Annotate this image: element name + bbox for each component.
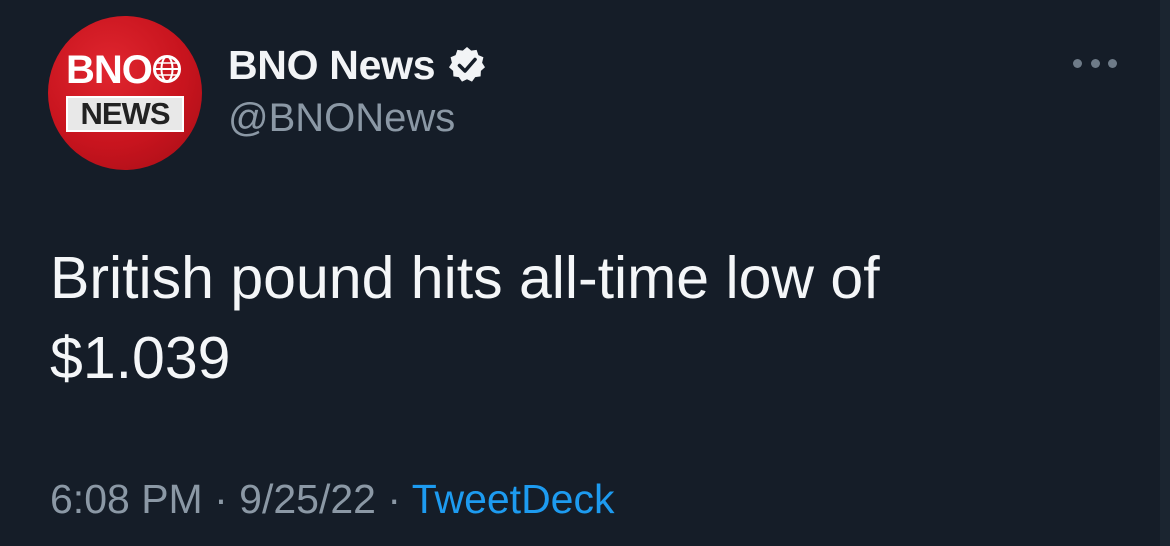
dot	[1108, 58, 1117, 68]
avatar[interactable]: BNO NEWS	[48, 16, 202, 170]
verified-badge-icon	[449, 47, 486, 82]
dot	[1090, 58, 1100, 68]
tweet-text-line: $1.039	[50, 325, 231, 391]
avatar-logo-bno: BNO	[66, 48, 153, 92]
author-handle[interactable]: @BNONews	[228, 96, 455, 141]
tweet-source-link[interactable]: TweetDeck	[412, 476, 615, 522]
tweet-metadata: 6:08 PM · 9/25/22 · TweetDeck	[50, 476, 615, 523]
tweet-date[interactable]: 9/25/22	[239, 476, 376, 522]
dot	[1073, 58, 1082, 68]
tweet-card: BNO NEWS BNO News @BNONews British pound…	[0, 0, 1170, 546]
separator: ·	[387, 476, 402, 522]
more-options-icon[interactable]	[1073, 50, 1117, 76]
tweet-time[interactable]: 6:08 PM	[50, 476, 203, 522]
author-display-name[interactable]: BNO News	[228, 42, 436, 89]
tweet-text-line: British pound hits all-time low of	[50, 245, 880, 311]
avatar-logo-news: NEWS	[80, 96, 171, 131]
tweet-text: British pound hits all-time low of $1.03…	[50, 238, 1110, 398]
scrollbar[interactable]	[1160, 0, 1170, 546]
author-name-row: BNO News	[228, 40, 487, 90]
globe-icon	[153, 55, 181, 83]
separator: ·	[214, 476, 228, 522]
